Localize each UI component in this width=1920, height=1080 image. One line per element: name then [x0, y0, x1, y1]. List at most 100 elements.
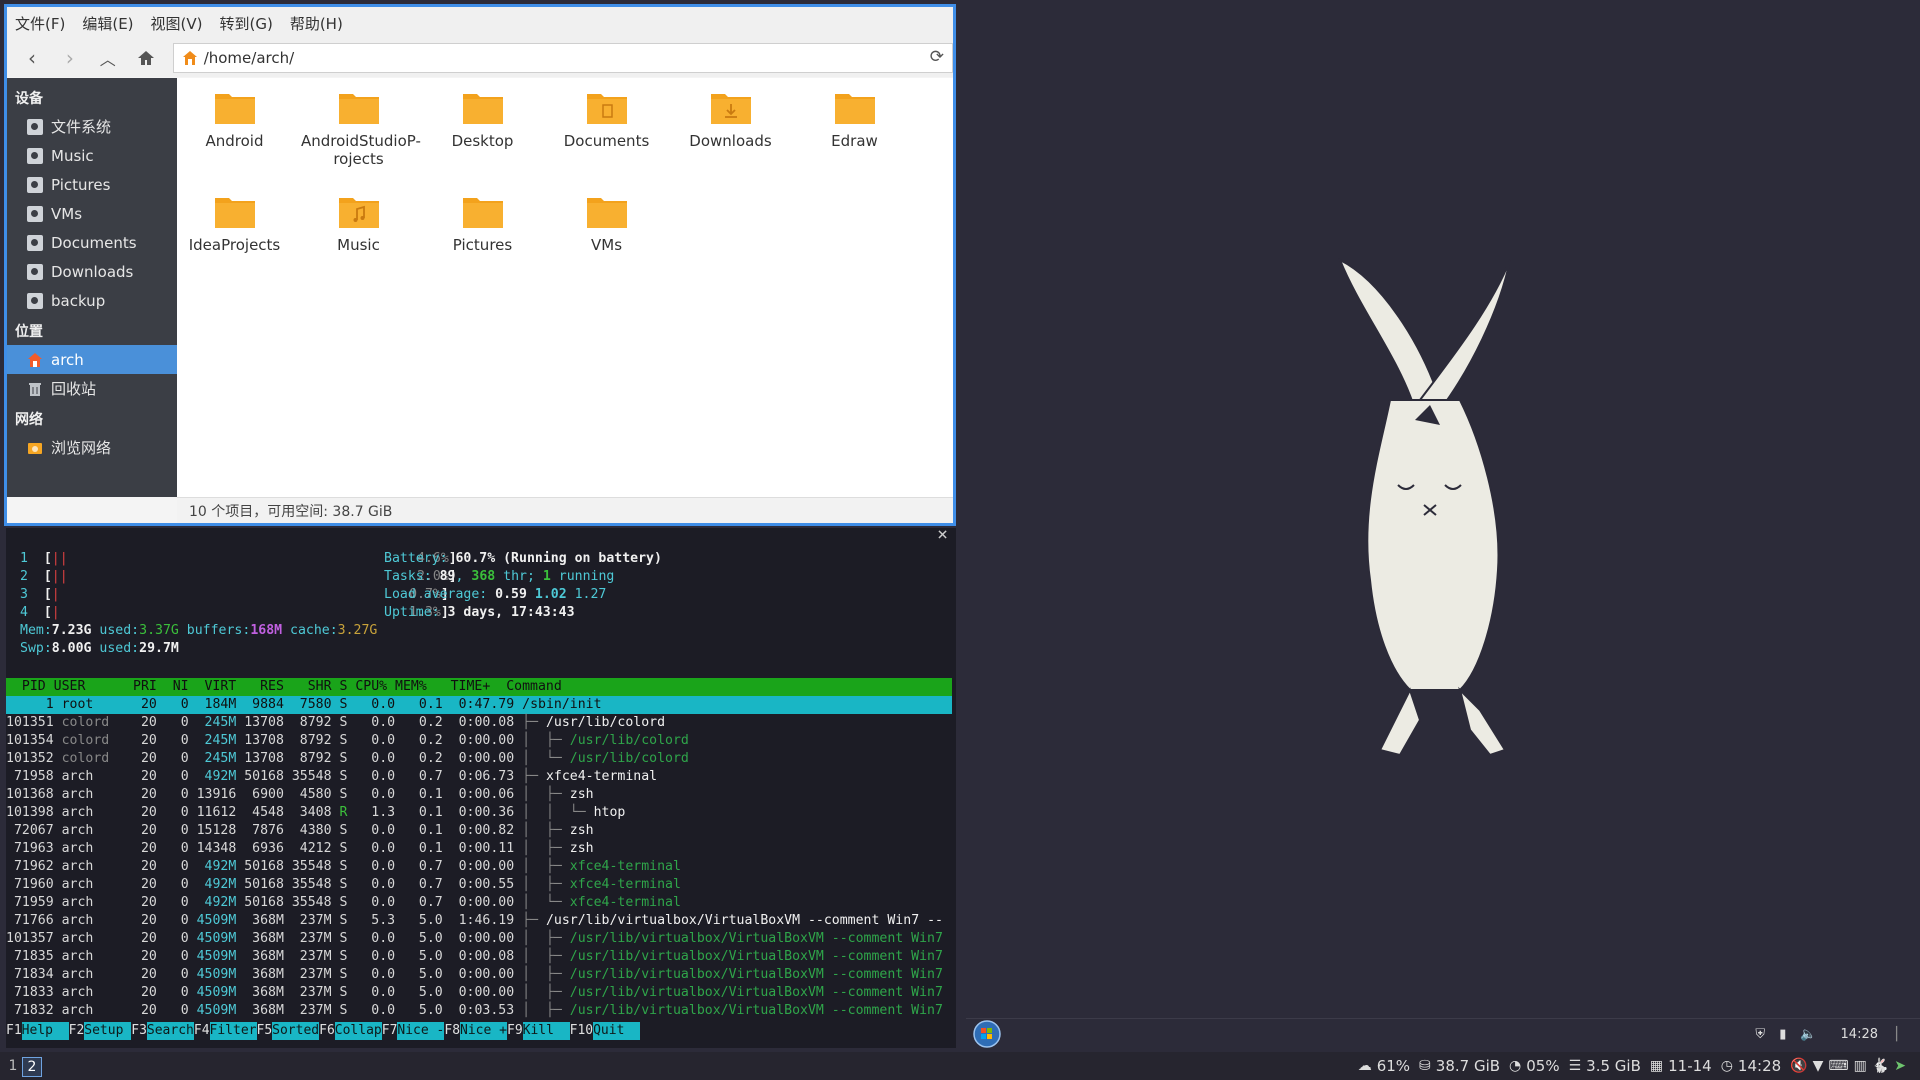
- fkey-label: Search: [146, 1022, 194, 1040]
- process-row[interactable]: 72067 arch 20 0 15128 7876 4380 S 0.0 0.…: [6, 822, 594, 840]
- fkey-label: Quit: [593, 1022, 641, 1040]
- folder-item[interactable]: Music: [301, 192, 416, 254]
- battery-tray-icon[interactable]: ▮: [1779, 1027, 1786, 1042]
- fkey-f2[interactable]: F2 Setup: [68, 1022, 132, 1040]
- location-bar[interactable]: /home/arch/ ⟳: [172, 43, 954, 73]
- folder-item[interactable]: Android: [177, 88, 292, 150]
- process-row[interactable]: 101398 arch 20 0 11612 4548 3408 R 1.3 0…: [6, 804, 625, 822]
- folder-label: IdeaProjects: [188, 236, 281, 254]
- fkey-f10[interactable]: F10 Quit: [569, 1022, 641, 1040]
- fkey-f7[interactable]: F7 Nice -: [381, 1022, 445, 1040]
- process-row[interactable]: 101354 colord 20 0 245M 13708 8792 S 0.0…: [6, 732, 689, 750]
- fkey-f9[interactable]: F9 Kill: [507, 1022, 570, 1040]
- back-button[interactable]: ‹: [13, 43, 51, 73]
- process-row[interactable]: 71833 arch 20 0 4509M 368M 237M S 0.0 5.…: [6, 984, 943, 1002]
- tree-cell: │ └─: [522, 895, 570, 910]
- swap-indicator: ◔ 05%: [1509, 1057, 1560, 1075]
- folder-item[interactable]: Desktop: [425, 88, 540, 150]
- workspace-2[interactable]: 2: [22, 1057, 42, 1077]
- process-row[interactable]: 71963 arch 20 0 14348 6936 4212 S 0.0 0.…: [6, 840, 594, 858]
- sidebar-item-backup[interactable]: backup: [7, 286, 177, 315]
- process-row[interactable]: 101368 arch 20 0 13916 6900 4580 S 0.0 0…: [6, 786, 594, 804]
- books-icon[interactable]: ▥: [1854, 1058, 1867, 1074]
- process-row[interactable]: 101351 colord 20 0 245M 13708 8792 S 0.0…: [6, 714, 665, 732]
- taskbar-clock[interactable]: 14:28: [1841, 1027, 1878, 1042]
- refresh-icon[interactable]: ⟳: [930, 47, 944, 67]
- send-icon[interactable]: ➤: [1894, 1058, 1906, 1074]
- folder-item[interactable]: Edraw: [797, 88, 912, 150]
- tasks-label: Tasks:: [384, 569, 432, 584]
- keyboard-icon[interactable]: ⌨: [1828, 1058, 1848, 1074]
- ni-cell: 0: [180, 931, 197, 946]
- menu-view[interactable]: 视图(V): [151, 13, 203, 34]
- fkey-f6[interactable]: F6 Collap: [319, 1022, 382, 1040]
- menu-edit[interactable]: 编辑(E): [82, 13, 133, 34]
- workspace-switcher[interactable]: 1 2: [4, 1057, 42, 1077]
- fkey-f4[interactable]: F4 Filter: [193, 1022, 257, 1040]
- folder-item[interactable]: IdeaProjects: [177, 192, 292, 254]
- sidebar-item-label: Music: [51, 146, 94, 165]
- forward-button[interactable]: ›: [51, 43, 89, 73]
- show-desktop-button[interactable]: ▏: [1896, 1027, 1906, 1042]
- sidebar-header-network: 网络: [15, 412, 43, 428]
- fkey-f5[interactable]: F5 Sorted: [256, 1022, 320, 1040]
- virt-cell: 14348: [196, 841, 245, 856]
- fkey-f8[interactable]: F8 Nice +: [444, 1022, 507, 1040]
- process-row[interactable]: 71960 arch 20 0 492M 50168 35548 S 0.0 0…: [6, 876, 681, 894]
- fkey-f3[interactable]: F3 Search: [131, 1022, 194, 1040]
- shr-cell: 35548: [291, 877, 340, 892]
- sidebar-item-arch[interactable]: arch: [7, 345, 177, 374]
- mem-cell: 0.2: [410, 733, 459, 748]
- sidebar-item-downloads[interactable]: Downloads: [7, 257, 177, 286]
- up-button[interactable]: ︿: [89, 43, 127, 73]
- close-icon[interactable]: ×: [937, 528, 948, 545]
- folder-item[interactable]: Downloads: [673, 88, 788, 150]
- process-table-header[interactable]: PID USER PRI NI VIRT RES SHR S CPU% MEM%…: [6, 678, 952, 696]
- folder-item[interactable]: Documents: [549, 88, 664, 150]
- process-row[interactable]: 71835 arch 20 0 4509M 368M 237M S 0.0 5.…: [6, 948, 943, 966]
- fkey-f1[interactable]: F1 Help: [6, 1022, 69, 1040]
- sidebar-item-vms[interactable]: VMs: [7, 199, 177, 228]
- process-row[interactable]: 101357 arch 20 0 4509M 368M 237M S 0.0 5…: [6, 930, 943, 948]
- shr-cell: 8792: [291, 733, 340, 748]
- sidebar-item-documents[interactable]: Documents: [7, 228, 177, 257]
- folder-view[interactable]: Android AndroidStudioP- rojects Desktop …: [177, 78, 953, 497]
- network-tray-icon[interactable]: ⛨: [1755, 1027, 1765, 1042]
- state-cell: R: [339, 805, 364, 820]
- file-manager-window[interactable]: 文件(F) 编辑(E) 视图(V) 转到(G) 帮助(H) ‹ › ︿ /hom…: [4, 4, 956, 526]
- volume-tray-icon[interactable]: 🔈: [1800, 1027, 1816, 1042]
- folder-item[interactable]: AndroidStudioP- rojects: [301, 88, 421, 168]
- sidebar-item-pictures[interactable]: Pictures: [7, 170, 177, 199]
- menu-file[interactable]: 文件(F): [15, 13, 65, 34]
- pid-cell: 71959: [6, 895, 62, 910]
- process-row[interactable]: 101352 colord 20 0 245M 13708 8792 S 0.0…: [6, 750, 689, 768]
- start-menu-icon[interactable]: [972, 1019, 1002, 1049]
- menu-go[interactable]: 转到(G): [220, 13, 273, 34]
- mute-icon[interactable]: 🔇: [1790, 1058, 1807, 1074]
- command-cell: /usr/lib/virtualbox/VirtualBoxVM --comme…: [569, 949, 943, 964]
- rabbit-icon[interactable]: 🐇: [1872, 1058, 1889, 1074]
- process-row[interactable]: 71959 arch 20 0 492M 50168 35548 S 0.0 0…: [6, 894, 681, 912]
- menu-help[interactable]: 帮助(H): [290, 13, 343, 34]
- process-row[interactable]: 71766 arch 20 0 4509M 368M 237M S 5.3 5.…: [6, 912, 943, 930]
- state-cell: S: [339, 697, 364, 712]
- process-row[interactable]: 71958 arch 20 0 492M 50168 35548 S 0.0 0…: [6, 768, 657, 786]
- command-cell: /usr/lib/colord: [569, 751, 689, 766]
- process-row[interactable]: 1 root 20 0 184M 9884 7580 S 0.0 0.1 0:4…: [6, 696, 602, 714]
- terminal-window[interactable]: × 1 [|| 4.6%] 2 [|| 2.0%] 3 [| 0.7%] 4 [|: [6, 528, 956, 1048]
- process-row[interactable]: 71832 arch 20 0 4509M 368M 237M S 0.0 5.…: [6, 1002, 943, 1020]
- folder-item[interactable]: Pictures: [425, 192, 540, 254]
- sidebar-item-music[interactable]: Music: [7, 141, 177, 170]
- process-row[interactable]: 71962 arch 20 0 492M 50168 35548 S 0.0 0…: [6, 858, 681, 876]
- sidebar-item-browse-network[interactable]: 浏览网络: [7, 433, 177, 462]
- wifi-icon[interactable]: ▼: [1813, 1058, 1824, 1074]
- state-cell: S: [339, 985, 364, 1000]
- workspace-1[interactable]: 1: [4, 1057, 22, 1075]
- sidebar-item-label: backup: [51, 291, 106, 310]
- folder-item[interactable]: VMs: [549, 192, 664, 254]
- virt-cell: 245M: [196, 715, 245, 730]
- process-row[interactable]: 71834 arch 20 0 4509M 368M 237M S 0.0 5.…: [6, 966, 943, 984]
- sidebar-item-filesystem[interactable]: 文件系统: [7, 112, 177, 141]
- sidebar-item-trash[interactable]: 回收站: [7, 374, 177, 403]
- home-button[interactable]: [127, 43, 165, 73]
